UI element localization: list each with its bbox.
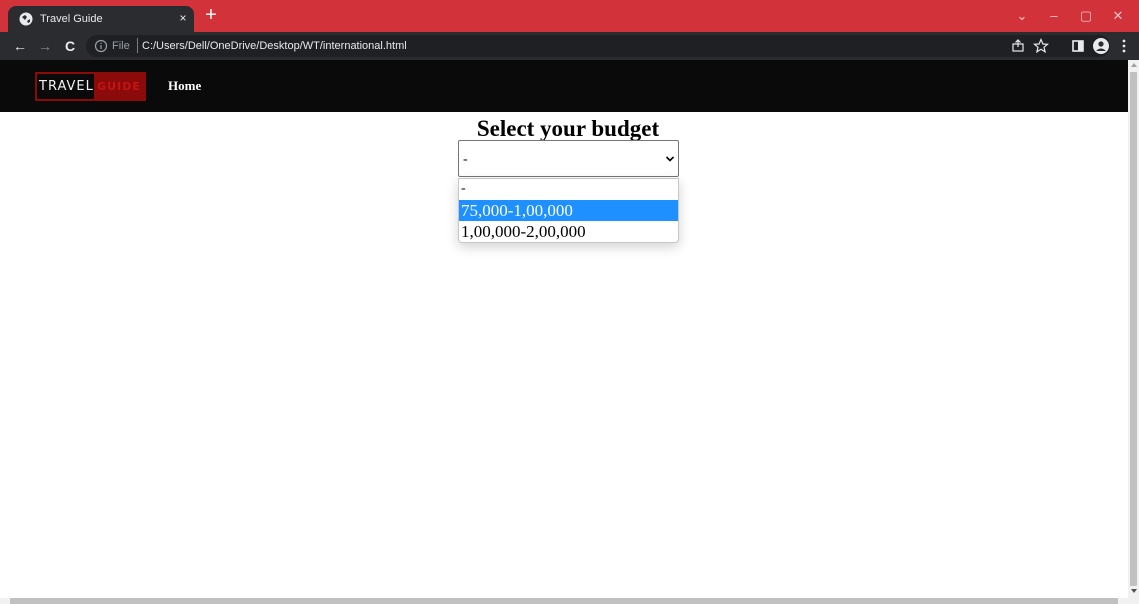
tab-close-icon[interactable]: ×	[176, 9, 190, 27]
logo-text-travel: TRAVEL	[39, 79, 94, 94]
globe-icon	[19, 12, 33, 26]
browser-tab-strip: Travel Guide × + ⌄ – ▢ ✕	[0, 0, 1139, 32]
tab-title: Travel Guide	[40, 13, 103, 25]
back-button[interactable]: ←	[10, 36, 30, 56]
scroll-down-icon[interactable]	[1131, 589, 1137, 593]
minimize-button[interactable]: –	[1039, 6, 1069, 26]
close-window-button[interactable]: ✕	[1103, 6, 1133, 26]
tab-search-icon[interactable]: ⌄	[1007, 6, 1037, 26]
side-panel-icon[interactable]	[1068, 36, 1088, 56]
budget-option-highlighted[interactable]: 75,000-1,00,000	[459, 200, 678, 221]
address-bar[interactable]: File C:/Users/Dell/OneDrive/Desktop/WT/i…	[86, 35, 1110, 57]
kebab-menu-icon[interactable]	[1114, 36, 1134, 56]
info-icon[interactable]	[94, 39, 108, 53]
url-scheme-label: File	[112, 40, 130, 52]
star-icon[interactable]	[1031, 36, 1051, 56]
logo-text-guide: GUIDE	[94, 74, 144, 99]
new-tab-button[interactable]: +	[201, 5, 221, 26]
page-viewport: TRAVEL GUIDE Home Select your budget - -…	[0, 60, 1128, 598]
chevron-down-icon	[665, 156, 675, 162]
site-logo[interactable]: TRAVEL GUIDE	[35, 72, 146, 101]
site-navbar: TRAVEL GUIDE Home	[0, 60, 1128, 112]
vertical-scrollbar[interactable]	[1128, 60, 1139, 598]
url-text[interactable]: C:/Users/Dell/OneDrive/Desktop/WT/intern…	[142, 39, 407, 53]
nav-link-home[interactable]: Home	[168, 78, 201, 93]
maximize-button[interactable]: ▢	[1071, 6, 1101, 26]
budget-option[interactable]: -	[459, 179, 678, 200]
forward-button[interactable]: →	[35, 36, 55, 56]
budget-select[interactable]: -	[458, 140, 679, 177]
budget-option[interactable]: 1,00,000-2,00,000	[459, 221, 678, 242]
budget-select-value: -	[463, 152, 468, 167]
vertical-scroll-thumb[interactable]	[1130, 72, 1137, 586]
browser-toolbar: ← → C File C:/Users/Dell/OneDrive/Deskto…	[0, 32, 1139, 60]
budget-options-list: - 75,000-1,00,000 1,00,000-2,00,000	[458, 178, 679, 243]
browser-tab[interactable]: Travel Guide ×	[8, 6, 194, 32]
profile-icon[interactable]	[1091, 36, 1111, 56]
horizontal-scrollbar[interactable]	[0, 598, 1139, 604]
scroll-up-icon[interactable]	[1131, 63, 1137, 67]
address-separator	[137, 38, 138, 53]
horizontal-scroll-thumb[interactable]	[10, 598, 1118, 604]
page-title: Select your budget	[476, 116, 660, 141]
share-icon[interactable]	[1008, 36, 1028, 56]
reload-button[interactable]: C	[60, 36, 80, 56]
